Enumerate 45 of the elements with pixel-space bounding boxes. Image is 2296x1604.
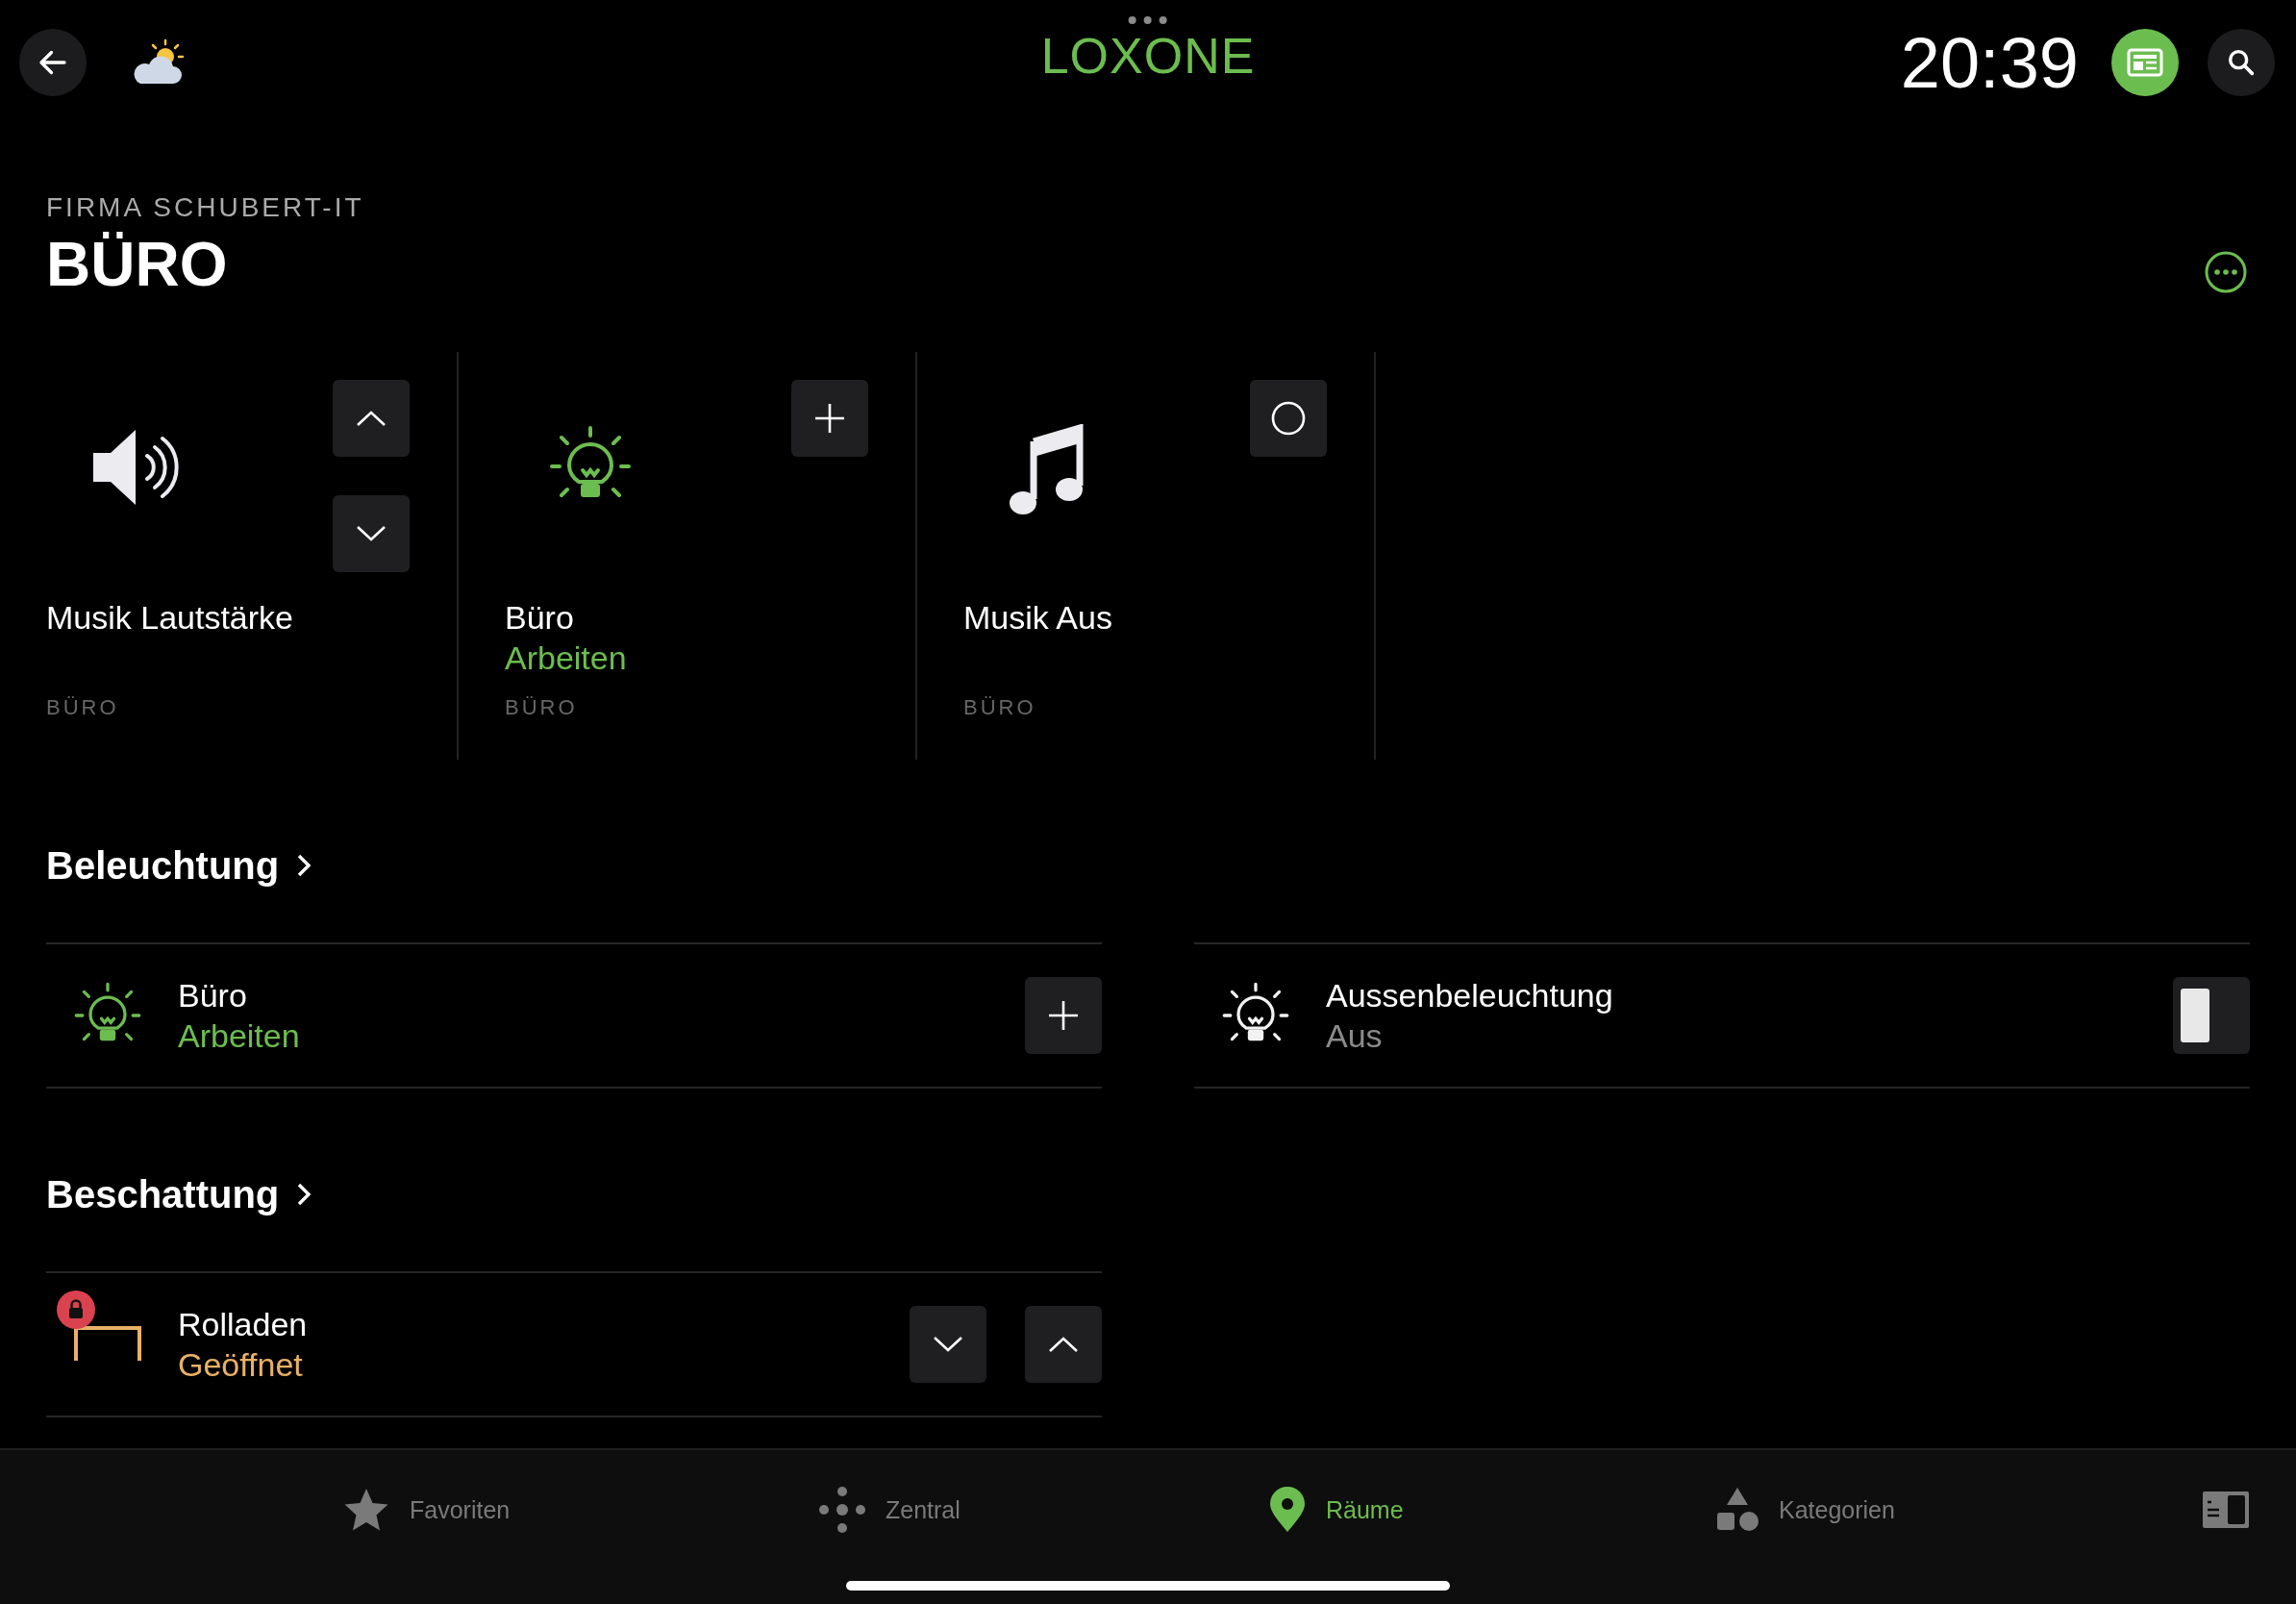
- tab[interactable]: Räume: [1268, 1486, 1715, 1534]
- blind-icon: [73, 1326, 141, 1363]
- location-label: FIRMA SCHUBERT-IT: [46, 192, 364, 223]
- newspaper-icon: [2127, 47, 2163, 78]
- tile-status: Arbeiten: [505, 639, 628, 678]
- tile-room-label: BÜRO: [963, 695, 1037, 720]
- room-title: BÜRO: [46, 229, 229, 300]
- row-status: Aus: [1326, 1016, 1384, 1056]
- plus-button[interactable]: [1025, 977, 1102, 1054]
- tile-title: Büro: [505, 598, 575, 638]
- dots-icon[interactable]: [1127, 15, 1169, 25]
- more-icon[interactable]: [2204, 250, 2248, 294]
- plus-button[interactable]: [791, 380, 868, 457]
- section-title[interactable]: Beschattung: [46, 1172, 280, 1216]
- star-icon: [342, 1487, 390, 1533]
- section-title[interactable]: Beleuchtung: [46, 843, 280, 888]
- plus-icon: [1047, 999, 1080, 1032]
- tile-title: Musik Lautstärke: [46, 598, 294, 638]
- shapes-icon: [1715, 1486, 1759, 1534]
- row-title: Büro: [178, 976, 248, 1015]
- chevron-right-icon[interactable]: [296, 1182, 312, 1207]
- toggle-switch[interactable]: [2173, 977, 2250, 1054]
- tile-title: Musik Aus: [963, 598, 1113, 638]
- sidebar-panel-icon[interactable]: [2202, 1491, 2250, 1529]
- tab[interactable]: Kategorien: [1715, 1486, 1895, 1534]
- chevron-right-icon[interactable]: [296, 853, 312, 878]
- chevron-up-icon: [355, 409, 387, 428]
- row-status: Arbeiten: [178, 1016, 301, 1056]
- row-status: Geöffnet: [178, 1345, 304, 1385]
- dots-cross-icon: [818, 1486, 866, 1534]
- chevron-down-icon: [355, 524, 387, 543]
- logo: LOXONE: [1040, 31, 1256, 81]
- chevron-down-icon: [932, 1335, 964, 1354]
- plus-icon: [813, 402, 846, 435]
- tile-room-label: BÜRO: [505, 695, 579, 720]
- row-title: Aussenbeleuchtung: [1326, 976, 1614, 1015]
- circle-icon: [1270, 400, 1307, 437]
- location-pin-icon: [1268, 1486, 1307, 1534]
- clock-time: 20:39: [1900, 21, 2079, 104]
- chevron-up-icon: [1047, 1335, 1080, 1354]
- tab[interactable]: Zentral: [818, 1486, 1268, 1534]
- tile-room-label: BÜRO: [46, 695, 120, 720]
- off-button[interactable]: [1250, 380, 1327, 457]
- row-title: Rolladen: [178, 1305, 309, 1344]
- tab[interactable]: Favoriten: [342, 1487, 818, 1533]
